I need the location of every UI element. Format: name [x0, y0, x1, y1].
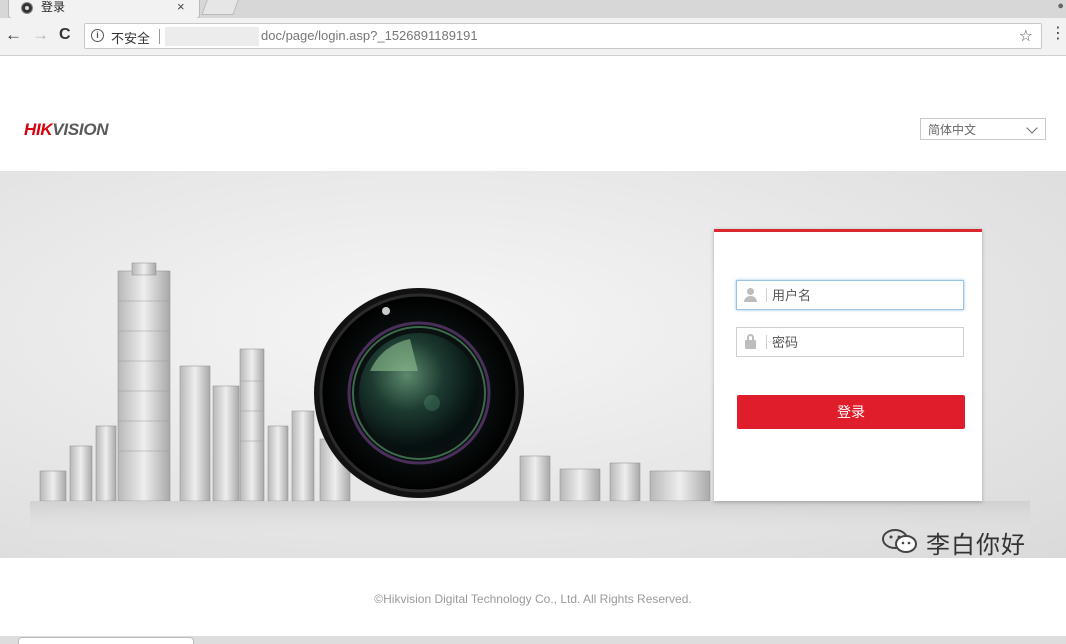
- tab-title: 登录: [41, 0, 66, 14]
- logo-gray-part: VISION: [52, 120, 109, 139]
- username-input[interactable]: [772, 285, 952, 305]
- login-page: HIKVISION 简体中文 用户名 登录 ©Hikvision Digital…: [0, 56, 1066, 644]
- wechat-icon: [882, 529, 917, 553]
- address-bar[interactable]: i 不安全 doc/page/login.asp?_1526891189191 …: [84, 23, 1042, 49]
- tab-close-icon[interactable]: ×: [177, 0, 185, 14]
- browser-toolbar: ← → C i 不安全 doc/page/login.asp?_15268911…: [0, 18, 1066, 56]
- security-label[interactable]: 不安全: [111, 28, 150, 47]
- language-select[interactable]: 简体中文: [920, 118, 1046, 140]
- bookmark-star-icon[interactable]: ☆: [1019, 26, 1033, 46]
- chevron-down-icon: [1026, 122, 1038, 134]
- tab-strip: 登录 × ●: [0, 0, 1066, 19]
- info-icon[interactable]: i: [91, 29, 104, 42]
- omnibox-divider: [159, 29, 160, 44]
- hero-banner: 登录: [0, 171, 1066, 558]
- language-label: 简体中文: [928, 123, 977, 137]
- new-tab-button[interactable]: [201, 0, 239, 15]
- reload-icon[interactable]: C: [59, 25, 71, 45]
- browser-tab[interactable]: 登录 ×: [8, 0, 200, 19]
- profile-icon[interactable]: ●: [1057, 0, 1064, 12]
- hikvision-logo: HIKVISION: [24, 120, 109, 140]
- browser-menu-icon[interactable]: ⋮: [1050, 26, 1066, 42]
- back-icon[interactable]: ←: [5, 25, 22, 45]
- field-divider: [766, 335, 767, 349]
- login-button[interactable]: 登录: [737, 395, 965, 429]
- camera-favicon-icon: [21, 2, 33, 14]
- login-card: 登录: [714, 229, 982, 501]
- url-text[interactable]: doc/page/login.asp?_1526891189191: [261, 28, 478, 43]
- logo-red-part: HIK: [24, 120, 53, 139]
- redacted-host: [165, 27, 259, 46]
- download-item[interactable]: [18, 637, 194, 644]
- username-field[interactable]: [736, 280, 964, 310]
- watermark-text: 李白你好: [926, 532, 1026, 559]
- forward-icon[interactable]: →: [32, 25, 49, 45]
- copyright-text: ©Hikvision Digital Technology Co., Ltd. …: [374, 592, 692, 606]
- user-icon: [737, 281, 765, 309]
- password-input[interactable]: [772, 332, 952, 352]
- field-divider: [766, 288, 767, 302]
- password-field[interactable]: [736, 327, 964, 357]
- lock-icon: [737, 328, 765, 356]
